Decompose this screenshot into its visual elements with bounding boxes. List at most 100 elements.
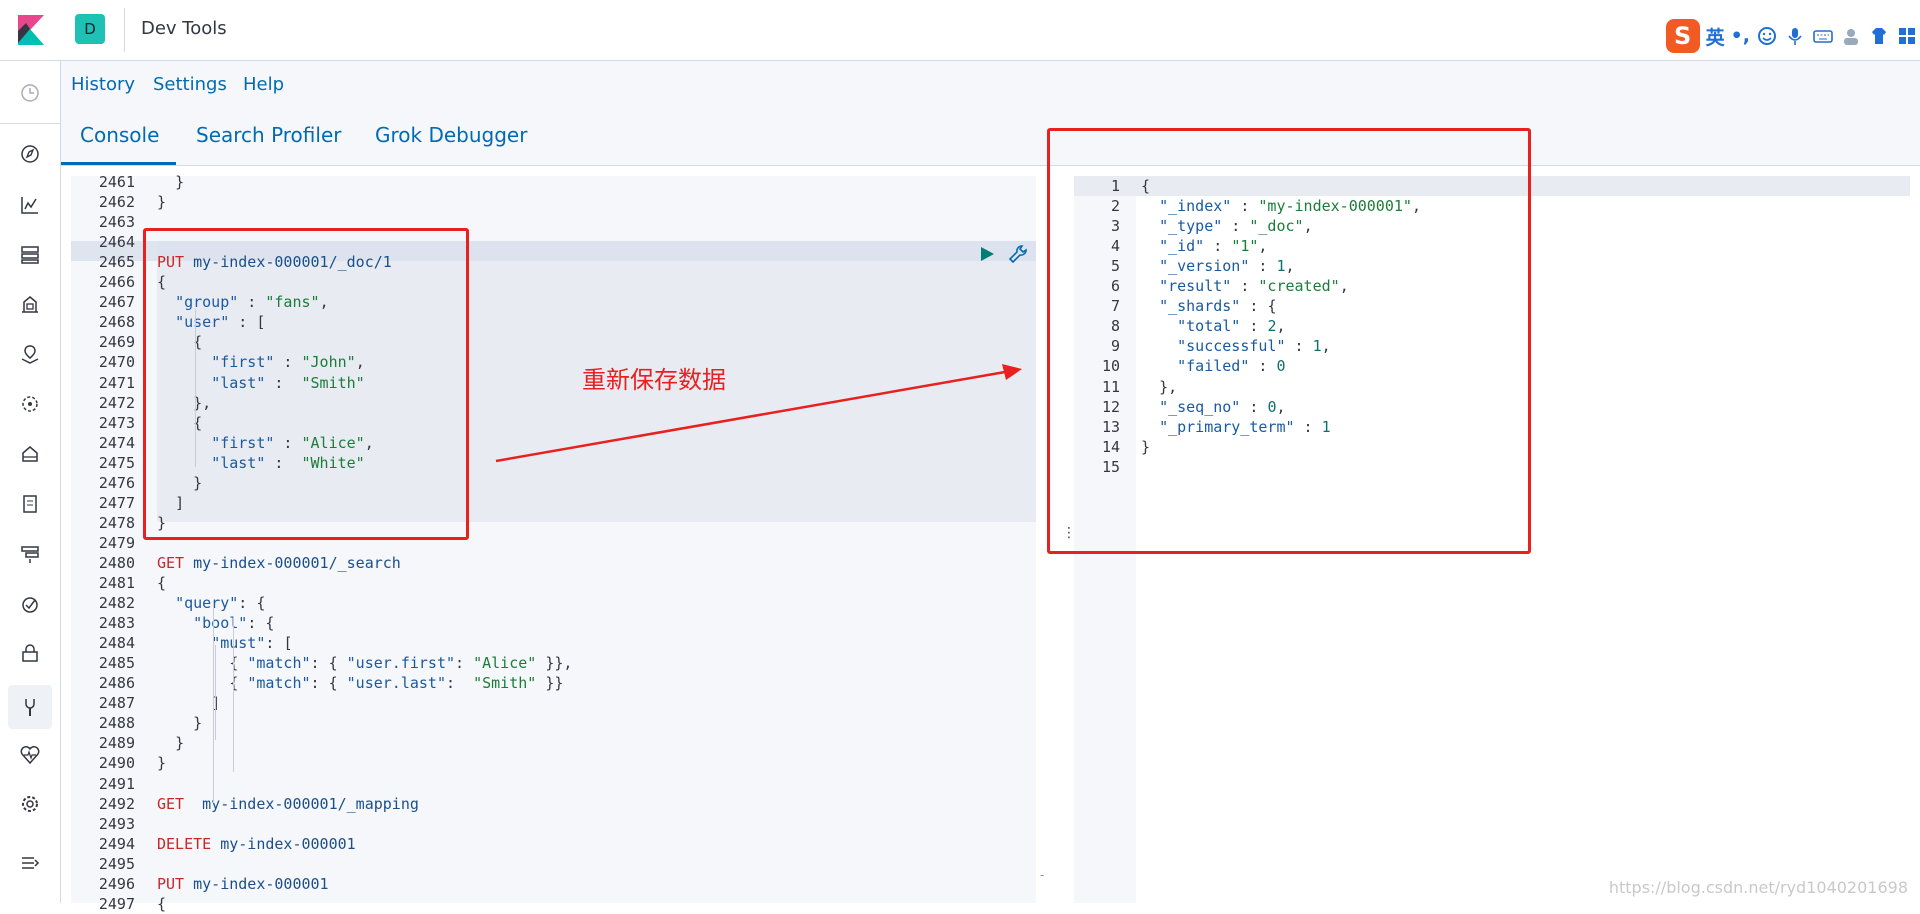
- line-number: 2486: [98, 674, 135, 693]
- devtools-icon[interactable]: [16, 693, 44, 721]
- line-number: 2488: [98, 714, 135, 733]
- line-number: 2496: [98, 874, 135, 893]
- line-number: 2477: [98, 493, 135, 512]
- line-number: 2481: [98, 574, 135, 592]
- kibana-logo-icon[interactable]: [14, 13, 48, 47]
- line-number: 2497: [98, 894, 135, 913]
- logs-icon[interactable]: [16, 490, 44, 518]
- line-number: 2491: [98, 774, 135, 793]
- response-highlight-box: [1047, 128, 1531, 554]
- ime-toolbar: S 英 •,: [1665, 16, 1920, 56]
- code-line[interactable]: GET my-index-000001/_search: [157, 553, 401, 573]
- collapse-icon[interactable]: [16, 849, 44, 877]
- top-bar: D Dev Tools S 英 •,: [0, 0, 1920, 61]
- line-number: 2492: [98, 794, 135, 813]
- line-number: 2478: [98, 513, 135, 532]
- wrench-icon[interactable]: [1008, 244, 1028, 264]
- line-number: 2484: [98, 634, 135, 653]
- emoji-icon[interactable]: [1756, 26, 1778, 46]
- ime-punct[interactable]: •,: [1731, 25, 1750, 47]
- scroll-indicator: -: [1040, 868, 1045, 882]
- line-number: 2472: [98, 393, 135, 412]
- request-highlight-box: [143, 228, 469, 540]
- indent-guide: [233, 616, 234, 772]
- line-number: 2461: [98, 173, 135, 191]
- line-number: 2464: [98, 233, 135, 252]
- line-number: 2465: [98, 253, 135, 272]
- infra-icon[interactable]: [16, 440, 44, 468]
- compass-icon[interactable]: [16, 140, 44, 168]
- code-line[interactable]: {: [157, 894, 166, 914]
- dashboard-icon[interactable]: [16, 241, 44, 269]
- play-icon[interactable]: [978, 245, 996, 263]
- uptime-icon[interactable]: [16, 590, 44, 618]
- siem-icon[interactable]: [16, 639, 44, 667]
- tab-search-profiler[interactable]: Search Profiler: [196, 123, 341, 147]
- code-line[interactable]: DELETE my-index-000001: [157, 834, 356, 854]
- divider: [0, 123, 60, 124]
- ime-language[interactable]: 英: [1706, 23, 1725, 50]
- line-number: 2469: [98, 333, 135, 352]
- ime-logo-icon[interactable]: S: [1665, 19, 1700, 53]
- watermark: https://blog.csdn.net/ryd1040201698: [1608, 878, 1908, 897]
- line-number: 2494: [98, 834, 135, 853]
- apm-icon[interactable]: [16, 540, 44, 568]
- line-number: 2471: [98, 373, 135, 392]
- code-line[interactable]: "query": {: [157, 593, 265, 613]
- code-line[interactable]: { "match": { "user.first": "Alice" }},: [157, 653, 572, 673]
- line-number: 2483: [98, 614, 135, 633]
- code-line[interactable]: GET my-index-000001/_mapping: [157, 794, 419, 814]
- line-number: 2475: [98, 453, 135, 472]
- tab-console[interactable]: Console: [80, 123, 159, 147]
- devtools-header: History Settings Help Console Search Pro…: [61, 61, 1920, 166]
- app-title: Dev Tools: [141, 18, 227, 39]
- settings-link[interactable]: Settings: [153, 74, 227, 95]
- left-nav: [0, 61, 61, 903]
- code-line[interactable]: ]: [157, 693, 220, 713]
- space-avatar[interactable]: D: [75, 14, 105, 44]
- canvas-icon[interactable]: [16, 290, 44, 318]
- tab-grok-debugger[interactable]: Grok Debugger: [375, 123, 527, 147]
- grid-icon[interactable]: [1896, 26, 1918, 46]
- keyboard-icon[interactable]: [1812, 26, 1834, 46]
- indent-guide: [213, 603, 214, 803]
- code-line[interactable]: "must": [: [157, 633, 292, 653]
- clock-icon[interactable]: [16, 79, 44, 107]
- line-number: 2467: [98, 293, 135, 312]
- skin-icon[interactable]: [1868, 26, 1890, 46]
- line-number: 2489: [98, 734, 135, 753]
- history-link[interactable]: History: [71, 74, 135, 95]
- line-number: 2490: [98, 754, 135, 773]
- code-line[interactable]: }: [157, 192, 166, 212]
- indent-guide: [195, 311, 196, 357]
- help-link[interactable]: Help: [243, 74, 284, 95]
- code-line[interactable]: }: [157, 753, 166, 773]
- line-number: 2468: [98, 313, 135, 332]
- line-number: 2470: [98, 353, 135, 372]
- line-number: 2463: [98, 213, 135, 232]
- code-line[interactable]: PUT my-index-000001: [157, 874, 329, 894]
- line-number: 2482: [98, 594, 135, 613]
- user-icon[interactable]: [1840, 26, 1862, 46]
- microphone-icon[interactable]: [1784, 26, 1806, 46]
- line-number: 2495: [98, 854, 135, 873]
- line-number: 2487: [98, 694, 135, 713]
- maps-icon[interactable]: [16, 340, 44, 368]
- code-line[interactable]: }: [157, 733, 184, 753]
- ml-icon[interactable]: [16, 390, 44, 418]
- code-line[interactable]: "bool": {: [157, 613, 274, 633]
- chart-icon[interactable]: [16, 191, 44, 219]
- code-line[interactable]: { "match": { "user.last": "Smith" }}: [157, 673, 563, 693]
- active-tab-indicator: [61, 162, 176, 165]
- line-number: 2479: [98, 533, 135, 552]
- line-number: 2462: [98, 193, 135, 212]
- code-line[interactable]: }: [157, 713, 202, 733]
- line-number: 2466: [98, 273, 135, 292]
- line-number: 2476: [98, 473, 135, 492]
- line-number: 2474: [98, 433, 135, 452]
- monitoring-icon[interactable]: [16, 741, 44, 769]
- code-line[interactable]: }: [157, 172, 184, 192]
- code-line[interactable]: {: [157, 573, 166, 593]
- management-icon[interactable]: [16, 790, 44, 818]
- annotation-arrow: [495, 364, 1022, 463]
